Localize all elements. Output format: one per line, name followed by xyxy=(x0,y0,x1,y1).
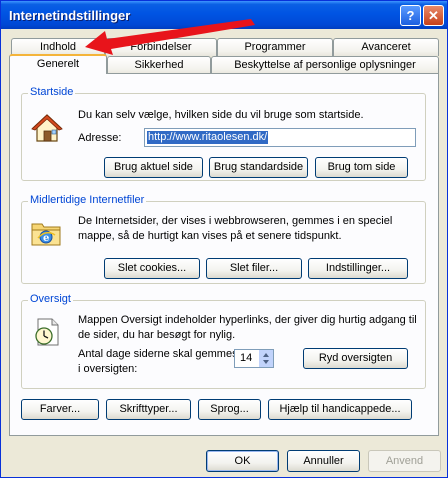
tab-label: Generelt xyxy=(36,58,80,70)
tab-beskyttelse[interactable]: Beskyttelse af personlige oplysninger xyxy=(211,56,439,74)
tab-sikkerhed[interactable]: Sikkerhed xyxy=(107,56,211,74)
address-value: http://www.ritaolesen.dk/ xyxy=(147,131,269,144)
chevron-down-icon xyxy=(263,360,269,364)
startside-group: Startside Du kan selv vælge, hvilken sid… xyxy=(21,86,426,181)
dialog-window: Internetindstillinger ? ✕ Indhold Forbin… xyxy=(0,0,448,478)
help-button[interactable]: ? xyxy=(400,5,421,26)
cancel-button[interactable]: Annuller xyxy=(287,450,360,472)
svg-text:e: e xyxy=(43,233,49,244)
temp-files-settings-button[interactable]: Indstillinger... xyxy=(308,258,408,279)
tab-label: Indhold xyxy=(39,41,77,53)
stepper-down-button[interactable] xyxy=(259,358,273,367)
apply-button: Anvend xyxy=(368,450,441,472)
tab-label: Avanceret xyxy=(361,41,411,53)
history-description: Mappen Oversigt indeholder hyperlinks, d… xyxy=(78,314,417,341)
temp-files-folder-icon: e xyxy=(31,223,61,246)
history-clock-icon xyxy=(35,318,59,346)
close-button[interactable]: ✕ xyxy=(423,5,444,26)
days-to-keep-value: 14 xyxy=(240,352,253,364)
tab-avanceret[interactable]: Avanceret xyxy=(333,38,439,56)
history-group-title: Oversigt xyxy=(28,293,73,305)
delete-files-button[interactable]: Slet filer... xyxy=(206,258,302,279)
tab-panel-generelt: Startside Du kan selv vælge, hvilken sid… xyxy=(9,73,439,436)
tab-generelt[interactable]: Generelt xyxy=(9,54,107,74)
history-group: Oversigt Mappen Oversigt indeholder hype… xyxy=(21,293,426,389)
annotation-arrow-icon xyxy=(85,19,255,55)
use-current-page-button[interactable]: Brug aktuel side xyxy=(104,157,203,178)
languages-button[interactable]: Sprog... xyxy=(198,399,261,420)
ok-button[interactable]: OK xyxy=(206,450,279,472)
address-field[interactable]: http://www.ritaolesen.dk/ xyxy=(144,128,416,147)
use-blank-page-button[interactable]: Brug tom side xyxy=(315,157,408,178)
startside-description: Du kan selv vælge, hvilken side du vil b… xyxy=(78,109,364,121)
tab-label: Beskyttelse af personlige oplysninger xyxy=(234,59,416,71)
use-default-page-button[interactable]: Brug standardside xyxy=(209,157,308,178)
temp-files-group: Midlertidige Internetfiler e De Internet… xyxy=(21,194,426,284)
address-label: Adresse: xyxy=(78,132,122,144)
colors-button[interactable]: Farver... xyxy=(21,399,99,420)
delete-cookies-button[interactable]: Slet cookies... xyxy=(104,258,200,279)
temp-files-description: De Internetsider, der vises i webbrowser… xyxy=(78,215,393,242)
fonts-button[interactable]: Skrifttyper... xyxy=(106,399,191,420)
clear-history-button[interactable]: Ryd oversigten xyxy=(303,348,408,369)
tab-label: Sikkerhed xyxy=(134,59,184,71)
days-to-keep-stepper[interactable]: 14 xyxy=(234,349,274,368)
help-icon: ? xyxy=(406,8,415,23)
startside-group-title: Startside xyxy=(28,86,76,98)
close-icon: ✕ xyxy=(428,8,439,23)
temp-files-group-title: Midlertidige Internetfiler xyxy=(28,194,147,206)
days-to-keep-label: Antal dage siderne skal gemmes i oversig… xyxy=(78,348,238,375)
home-icon xyxy=(31,114,63,142)
accessibility-button[interactable]: Hjælp til handicappede... xyxy=(268,399,412,420)
